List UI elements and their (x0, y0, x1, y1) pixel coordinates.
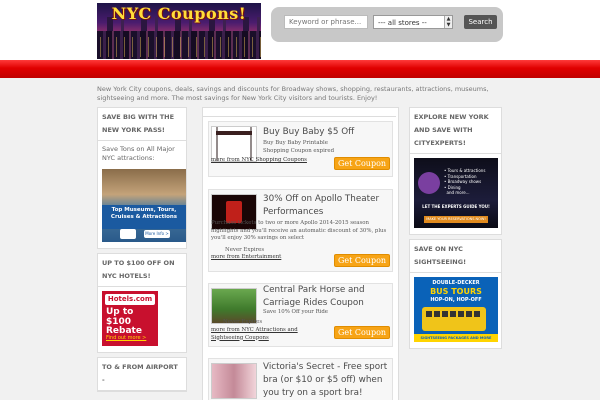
widget-sightseeing: Save On NYC Sightseeing! DOUBLE-DECKER B… (409, 239, 502, 349)
coupon-title[interactable]: Victoria's Secret - Free sport bra (or $… (263, 361, 391, 400)
cityexperts-logo (418, 172, 440, 194)
store-select-value: --- all stores -- (378, 19, 427, 27)
search-button[interactable]: Search (464, 15, 497, 29)
ad-line: DOUBLE-DECKER (432, 280, 480, 286)
widget-title: Up To $100 Off On NYC Hotels! (98, 254, 186, 287)
left-sidebar: Save Big With The New York Pass! Save To… (97, 107, 187, 396)
widget-airport: To & From Airport - (97, 357, 187, 392)
widget-hotels: Up To $100 Off On NYC Hotels! Hotels.com… (97, 253, 187, 353)
ad-headline: Top Museums, Tours, Cruises & Attraction… (110, 207, 178, 220)
coupon-expiration: Never Expires (223, 319, 263, 325)
site-intro: New York City coupons, deals, savings an… (97, 85, 489, 103)
search-panel: --- all stores -- ▲▼ Search (271, 7, 503, 42)
widget-new-york-pass: Save Big With The New York Pass! Save To… (97, 107, 187, 249)
ad-footer: SIGHTSEEING PACKAGES AND MORE (414, 334, 498, 342)
coupon-item: Victoria's Secret - Free sport bra (or $… (208, 358, 393, 400)
widget-title: Save Big With The New York Pass! (98, 108, 186, 141)
ny-pass-logo (120, 229, 136, 239)
widget-title: Save On NYC Sightseeing! (410, 240, 501, 273)
cityexperts-ad[interactable]: • Tours & attractions • Transportation •… (414, 158, 498, 228)
coupon-description: Save 10% Off your Ride (263, 309, 328, 315)
ad-headline: Up to $100 Rebate (106, 307, 142, 336)
ad-line: HOP-ON, HOP-OFF (430, 297, 482, 303)
store-select[interactable]: --- all stores -- ▲ ▼ (373, 15, 453, 29)
coupon-description: Purchase tickets to two or more Apollo 2… (211, 220, 387, 242)
coupon-title[interactable]: Buy Buy Baby $5 Off (263, 126, 354, 139)
coupon-title[interactable]: Central Park Horse and Carriage Rides Co… (263, 284, 391, 310)
ad-cta: MAKE YOUR RESERVATIONS NOW! (424, 216, 488, 223)
coupon-title[interactable]: 30% Off on Apollo Theater Performances (263, 193, 391, 219)
get-coupon-button[interactable]: Get Coupon (334, 254, 390, 267)
widget-title: Explore New York and Save With CityExper… (410, 108, 501, 154)
coupon-description: Buy Buy Baby Printable Shopping Coupon e… (263, 140, 335, 154)
bus-graphic (422, 307, 486, 331)
nav-bar (0, 60, 600, 78)
coupon-category-link[interactable]: more from NYC Attractions and Sightseein… (211, 327, 329, 342)
coupon-category-link[interactable]: more from Entertainment (211, 254, 321, 262)
coupon-category-link[interactable]: more from NYC Shopping Coupons (211, 157, 331, 165)
right-sidebar: Explore New York and Save With CityExper… (409, 107, 502, 353)
ad-headline: LET THE EXPERTS GUIDE YOU! (422, 204, 490, 209)
coupon-item: Central Park Horse and Carriage Rides Co… (208, 283, 393, 347)
search-input[interactable] (284, 15, 368, 29)
ad-feature-list: • Tours & attractions • Transportation •… (444, 168, 486, 195)
city-lights-graphic (97, 37, 261, 57)
site-logo[interactable]: NYC Coupons! (97, 3, 261, 59)
select-arrows-icon: ▲ ▼ (444, 16, 452, 28)
get-coupon-button[interactable]: Get Coupon (334, 326, 390, 339)
widget-cityexperts: Explore New York and Save With CityExper… (409, 107, 502, 235)
coupon-thumbnail[interactable] (211, 363, 257, 399)
site-header: NYC Coupons! --- all stores -- ▲▼ Search (0, 0, 600, 60)
new-york-pass-ad[interactable]: Top Museums, Tours, Cruises & Attraction… (102, 169, 186, 242)
logo-text: NYC Coupons! (111, 4, 247, 23)
bus-tours-ad[interactable]: DOUBLE-DECKER BUS TOURS HOP-ON, HOP-OFF … (414, 277, 498, 342)
widget-text: Save Tons on All Major NYC attractions: (102, 145, 175, 162)
widget-title: To & From Airport - (98, 358, 186, 391)
find-out-more-link: Find out more > (106, 335, 147, 341)
get-coupon-button[interactable]: Get Coupon (334, 157, 390, 170)
divider (203, 116, 396, 117)
coupon-expiration: Never Expires (225, 247, 265, 253)
more-info-label: More Info > (144, 230, 170, 238)
coupon-item: 30% Off on Apollo Theater Performances P… (208, 189, 393, 272)
coupon-item: Buy Buy Baby $5 Off Buy Buy Baby Printab… (208, 121, 393, 177)
ad-headline: BUS TOURS (430, 287, 482, 296)
hotels-ad[interactable]: Hotels.com Up to $100 Rebate Find out mo… (102, 291, 158, 346)
hotels-logo: Hotels.com (105, 294, 155, 305)
